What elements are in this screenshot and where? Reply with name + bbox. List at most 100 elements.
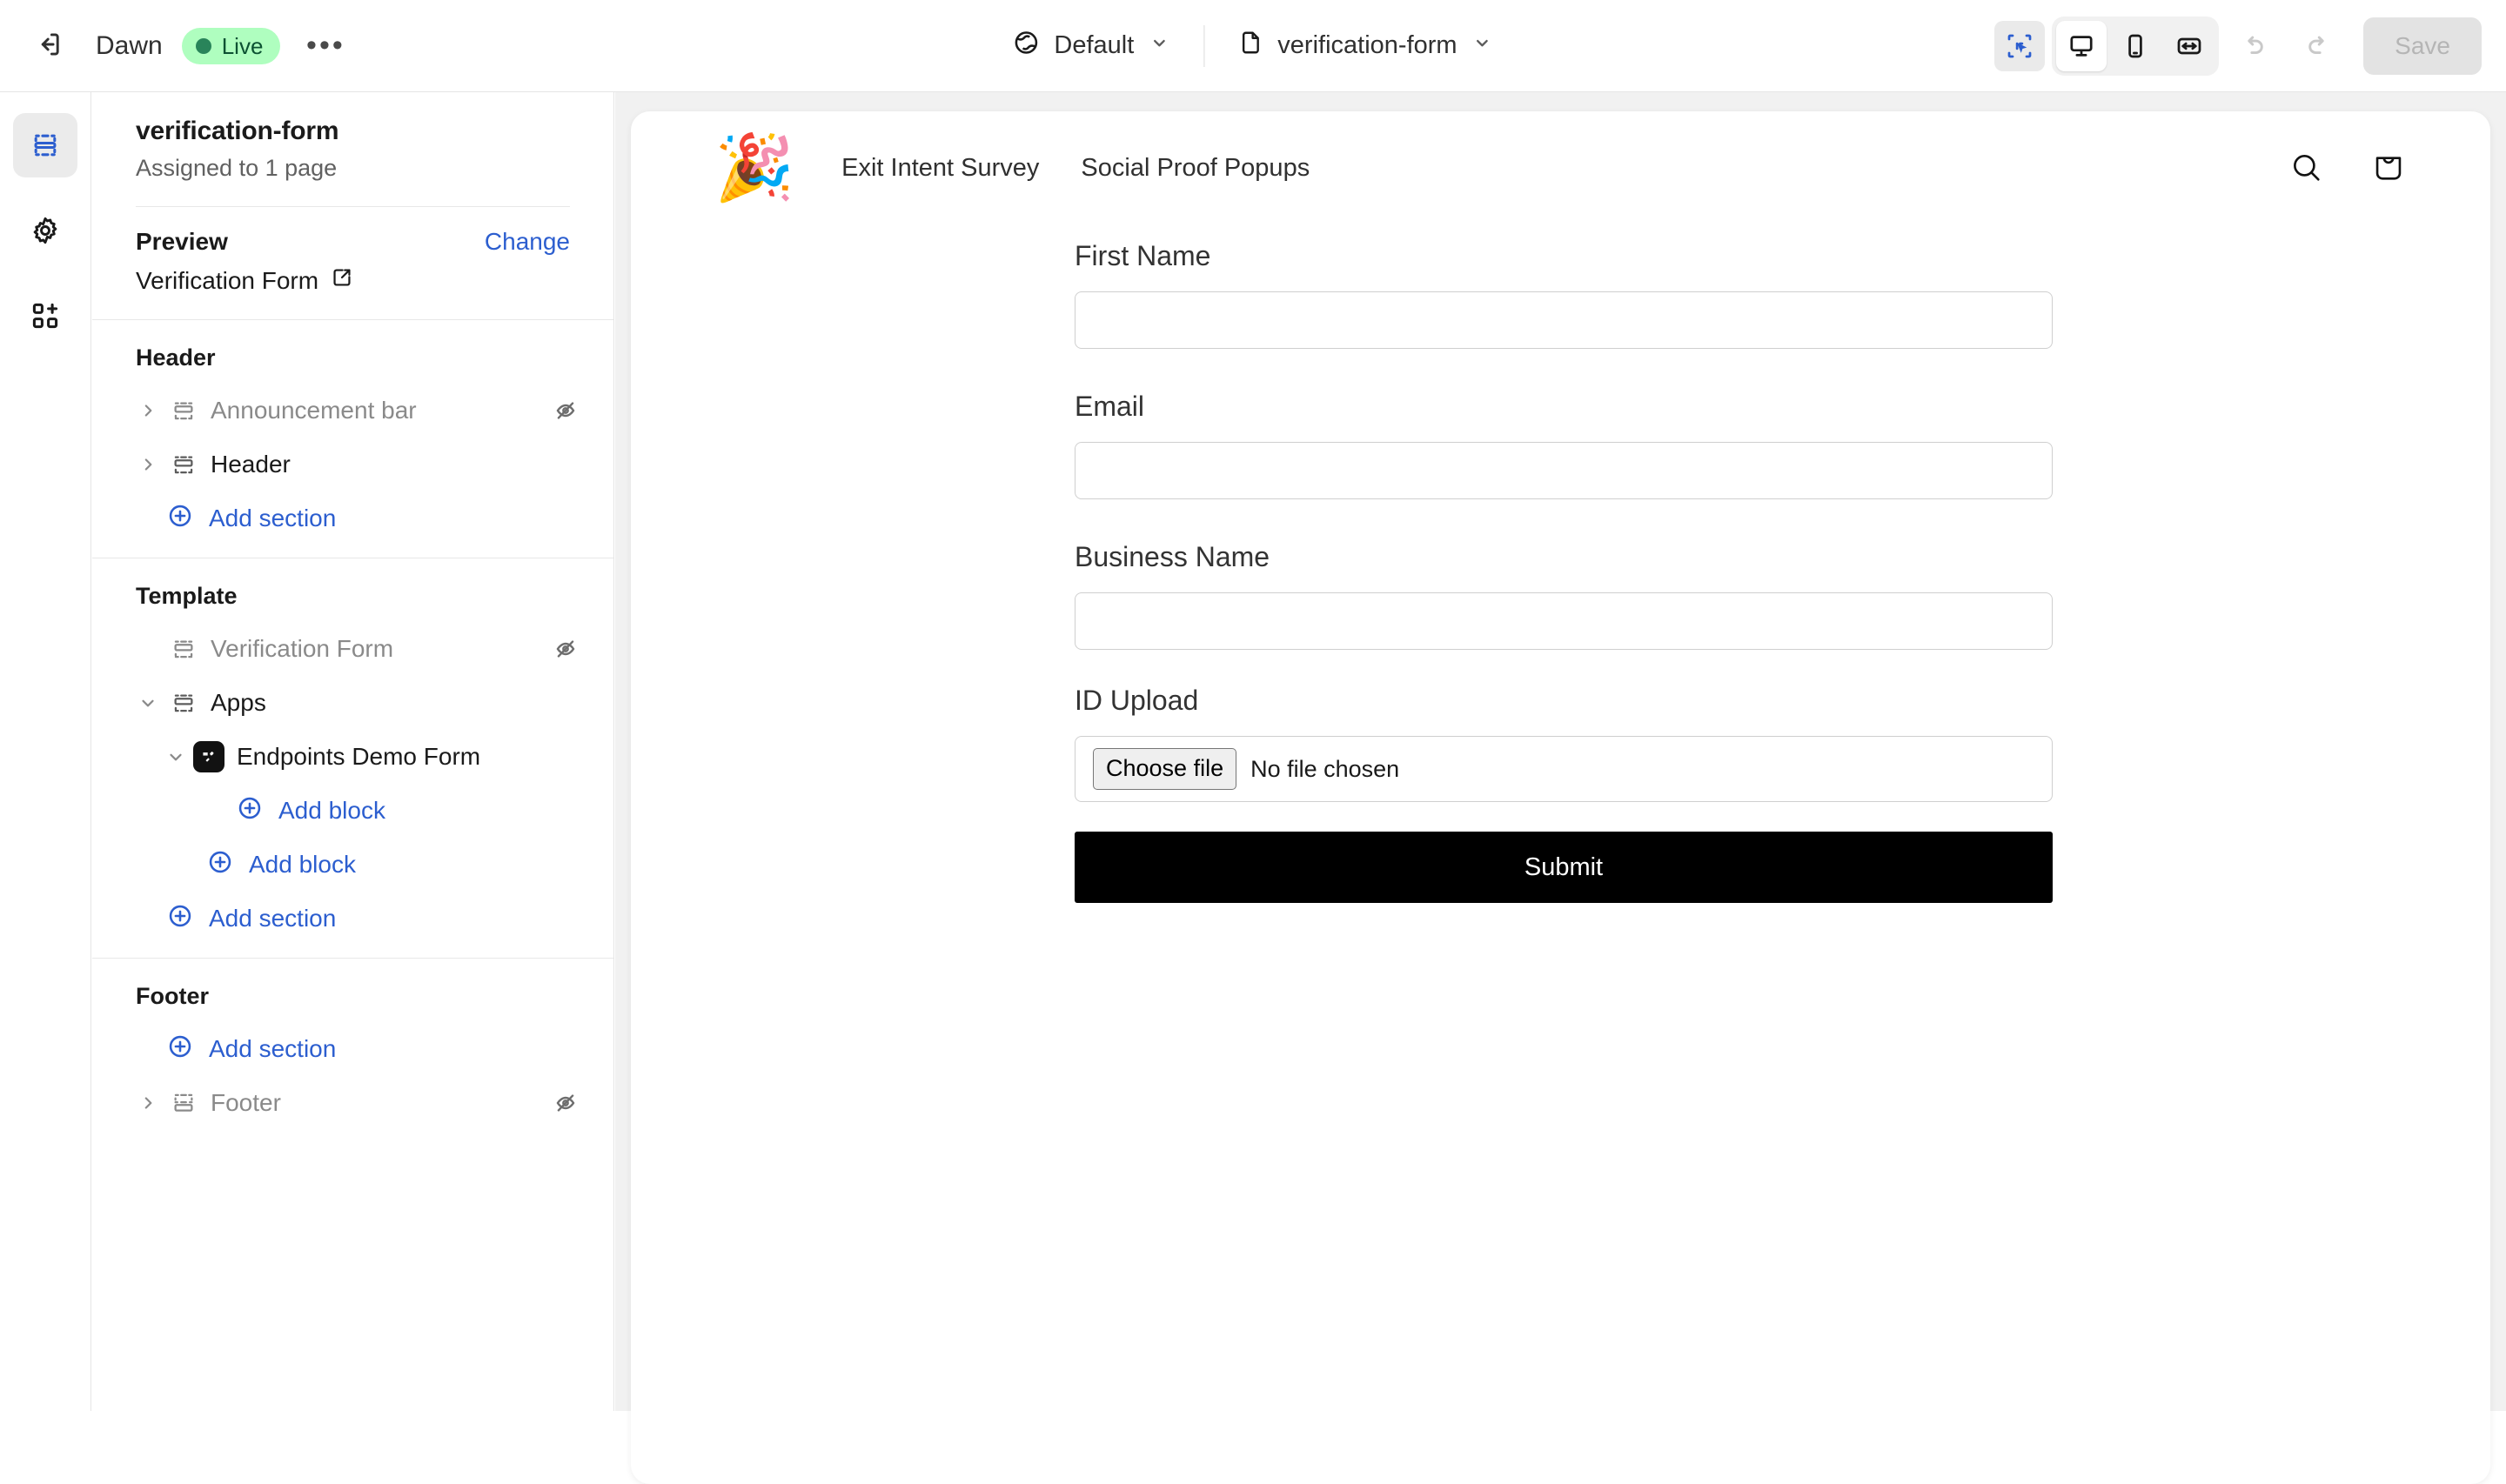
status-badge-label: Live <box>221 32 264 59</box>
page-selector-label: verification-form <box>1277 31 1457 59</box>
email-input[interactable] <box>1075 442 2053 499</box>
status-dot <box>195 37 211 54</box>
toolbar-divider <box>1203 24 1205 67</box>
section-row-apps[interactable]: Apps <box>92 676 613 730</box>
plus-circle-icon <box>167 903 193 935</box>
gear-icon <box>33 217 57 244</box>
hidden-eye-icon[interactable] <box>553 398 579 424</box>
plus-circle-icon <box>207 849 233 881</box>
sections-icon <box>34 134 57 157</box>
section-label: Apps <box>211 689 266 716</box>
more-actions-button[interactable]: ••• <box>299 20 352 72</box>
submit-button[interactable]: Submit <box>1075 832 2053 903</box>
device-view-group <box>2052 17 2220 76</box>
select-mode-button[interactable] <box>1994 21 2046 71</box>
storefront-header: 🎉 Exit Intent Survey Social Proof Popups <box>631 111 2490 209</box>
plus-circle-icon <box>167 503 193 535</box>
verification-form: First Name Email Business Name ID Upload… <box>1075 240 2053 903</box>
add-block-button[interactable]: Add block <box>92 838 613 892</box>
undo-button[interactable] <box>2228 19 2282 73</box>
add-section-header-button[interactable]: Add section <box>92 491 613 545</box>
section-label: Announcement bar <box>211 397 417 424</box>
add-section-label: Add section <box>209 1035 337 1062</box>
chevron-right-icon[interactable] <box>131 1093 165 1113</box>
group-header: Header Announcement bar Header Add secti… <box>92 320 613 558</box>
add-section-template-button[interactable]: Add section <box>92 892 613 946</box>
preview-change-button[interactable]: Change <box>485 228 570 256</box>
preview-label: Preview <box>136 228 228 255</box>
hidden-eye-icon[interactable] <box>553 636 579 662</box>
fullscreen-view-button[interactable] <box>2164 21 2215 71</box>
plus-circle-icon <box>167 1033 193 1066</box>
apps-rail-button[interactable] <box>13 284 77 348</box>
page-icon <box>1237 30 1263 63</box>
nav-link-social-proof-popups[interactable]: Social Proof Popups <box>1081 145 1310 191</box>
field-group-id-upload: ID Upload Choose file No file chosen <box>1075 685 2053 802</box>
status-badge: Live <box>181 27 281 64</box>
field-group-business-name: Business Name <box>1075 541 2053 650</box>
undo-icon <box>2248 36 2263 54</box>
section-label: Verification Form <box>211 635 394 662</box>
chevron-down-icon <box>1471 31 1494 61</box>
chevron-down-icon <box>1148 31 1170 61</box>
chevron-down-icon[interactable] <box>131 693 165 712</box>
field-group-first-name: First Name <box>1075 240 2053 349</box>
group-title-header: Header <box>136 344 216 371</box>
group-template: Template Verification Form Apps Endpoint… <box>92 558 613 958</box>
cursor-select-icon <box>2007 34 2032 58</box>
desktop-view-button[interactable] <box>2056 21 2107 71</box>
file-status-text: No file chosen <box>1250 755 1400 782</box>
id-upload-input[interactable]: Choose file No file chosen <box>1075 736 2053 802</box>
sidebar-template-title: verification-form <box>136 117 339 145</box>
exit-icon <box>34 30 64 62</box>
settings-rail-button[interactable] <box>13 198 77 263</box>
add-section-label: Add section <box>209 905 337 932</box>
theme-selector[interactable]: Default <box>998 20 1184 72</box>
nav-link-exit-intent-survey[interactable]: Exit Intent Survey <box>841 145 1039 191</box>
chevron-down-icon[interactable] <box>158 747 193 766</box>
sections-rail-button[interactable] <box>13 113 77 177</box>
preview-target-link[interactable]: Verification Form <box>136 266 570 295</box>
add-section-footer-button[interactable]: Add section <box>92 1022 613 1076</box>
choose-file-button[interactable]: Choose file <box>1093 748 1237 790</box>
group-footer: Footer Add section Footer <box>92 959 613 1142</box>
redo-button[interactable] <box>2290 19 2344 73</box>
search-icon[interactable] <box>2288 150 2325 186</box>
chevron-right-icon[interactable] <box>131 401 165 420</box>
add-block-label: Add block <box>278 797 385 824</box>
page-selector[interactable]: verification-form <box>1223 21 1507 71</box>
section-row-announcement-bar[interactable]: Announcement bar <box>92 384 613 438</box>
top-toolbar: Dawn Live ••• Default verification-form … <box>0 0 2506 92</box>
fullwidth-icon <box>2177 37 2201 55</box>
desktop-icon <box>2070 36 2093 57</box>
preview-stage: 🎉 Exit Intent Survey Social Proof Popups <box>615 92 2506 1484</box>
external-link-icon <box>331 266 353 295</box>
business-name-input[interactable] <box>1075 592 2053 650</box>
chevron-right-icon[interactable] <box>131 455 165 474</box>
apps-grid-add-icon <box>32 303 58 329</box>
sidebar-header: verification-form Assigned to 1 page <box>92 92 613 203</box>
section-row-header[interactable]: Header <box>92 438 613 491</box>
exit-editor-button[interactable] <box>21 18 77 74</box>
storefront-nav: Exit Intent Survey Social Proof Popups <box>841 145 1310 191</box>
hidden-eye-icon[interactable] <box>553 1090 579 1116</box>
section-row-footer[interactable]: Footer <box>92 1076 613 1130</box>
block-row-endpoints-demo-form[interactable]: Endpoints Demo Form <box>92 730 613 784</box>
mobile-view-button[interactable] <box>2110 21 2161 71</box>
cart-icon[interactable] <box>2370 150 2407 186</box>
section-row-verification-form[interactable]: Verification Form <box>92 622 613 676</box>
add-block-label: Add block <box>249 851 356 878</box>
toolbar-center-group: Default verification-form <box>998 20 1507 72</box>
theme-selector-label: Default <box>1054 31 1135 59</box>
field-group-email: Email <box>1075 391 2053 499</box>
group-title-template: Template <box>136 583 238 609</box>
storefront-actions <box>2288 150 2407 186</box>
preview-block: Preview Change Verification Form <box>92 207 613 319</box>
add-block-nested-button[interactable]: Add block <box>92 784 613 838</box>
save-button[interactable]: Save <box>2363 17 2482 75</box>
first-name-input[interactable] <box>1075 291 2053 349</box>
section-icon <box>165 452 202 477</box>
preview-target-label: Verification Form <box>136 266 319 294</box>
id-upload-label: ID Upload <box>1075 685 1199 716</box>
plus-circle-icon <box>237 795 263 827</box>
